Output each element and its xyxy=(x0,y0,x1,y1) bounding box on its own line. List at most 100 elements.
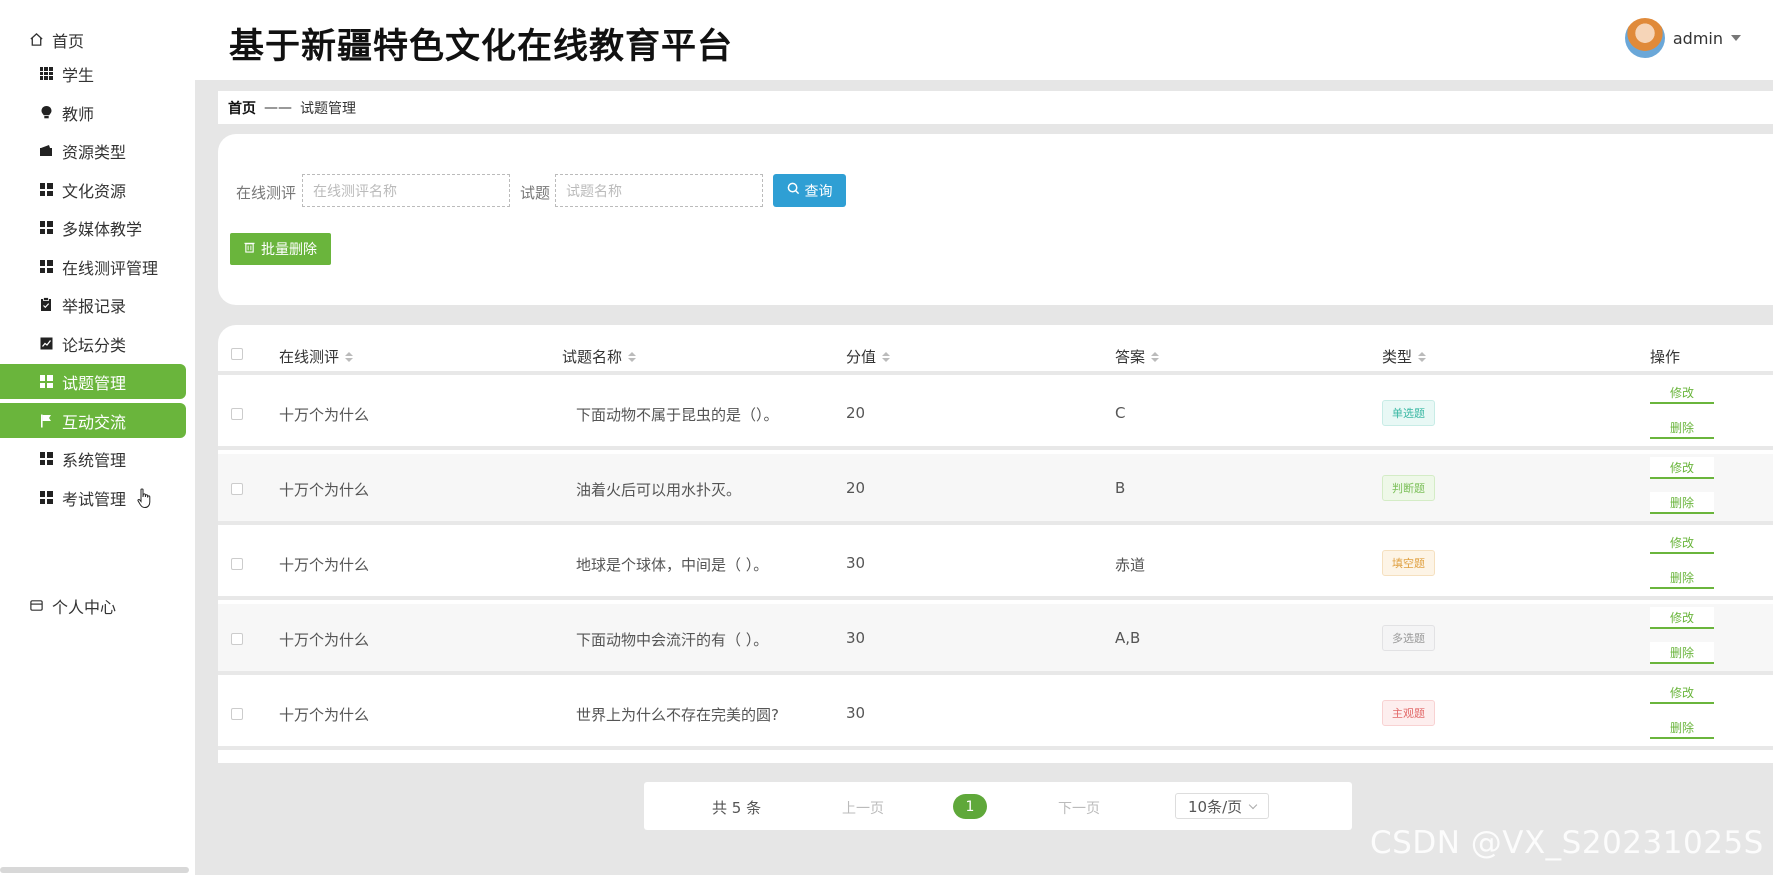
cell-question: 下面动物中会流汗的有（ ）。 xyxy=(576,631,769,649)
sidebar-item-label: 首页 xyxy=(52,31,85,51)
cell-answer: 赤道 xyxy=(1115,556,1146,574)
table-row: 十万个为什么 下面动物中会流汗的有（ ）。 30 A,B 多选题 修改 删除 xyxy=(218,604,1773,675)
batch-delete-label: 批量删除 xyxy=(261,242,317,258)
sidebar-item-1[interactable]: 学生 xyxy=(0,56,186,91)
next-page-button[interactable]: 下一页 xyxy=(1058,798,1100,818)
row-checkbox[interactable] xyxy=(231,558,243,570)
batch-delete-button[interactable]: 批量删除 xyxy=(230,233,331,265)
sidebar-item-label: 学生 xyxy=(62,65,95,85)
cell-eval: 十万个为什么 xyxy=(279,631,370,649)
sidebar-item-label: 互动交流 xyxy=(62,412,127,432)
sidebar-item-label: 试题管理 xyxy=(62,373,127,393)
query-button[interactable]: 查询 xyxy=(773,174,846,207)
grid-icon xyxy=(38,220,54,236)
column-header-actions: 操作 xyxy=(1650,348,1681,366)
sidebar-item-label: 资源类型 xyxy=(62,142,127,162)
edit-button[interactable]: 修改 xyxy=(1650,382,1714,404)
cell-question: 地球是个球体，中间是（ ）。 xyxy=(576,556,769,574)
column-header-score[interactable]: 分值 xyxy=(846,346,891,367)
flag-icon xyxy=(38,413,54,429)
delete-button[interactable]: 删除 xyxy=(1650,417,1714,439)
sidebar-item-10[interactable]: 互动交流 xyxy=(0,403,186,438)
table-header: 在线测评 试题名称 分值 答案 类型 操作 xyxy=(218,325,1773,375)
edit-button[interactable]: 修改 xyxy=(1650,457,1714,479)
wallet-icon xyxy=(38,143,54,159)
clipboard-icon xyxy=(38,297,54,313)
type-tag: 单选题 xyxy=(1382,400,1435,426)
page-size-value: 10条/页 xyxy=(1188,797,1243,816)
column-header-type[interactable]: 类型 xyxy=(1382,346,1427,367)
sidebar-item-2[interactable]: 教师 xyxy=(0,95,186,130)
search-panel: 在线测评 在线测评名称 试题 试题名称 查询 批量删除 xyxy=(218,134,1773,305)
grid-icon xyxy=(38,490,54,506)
cell-question: 世界上为什么不存在完美的圆? xyxy=(576,706,779,724)
sidebar-item-4[interactable]: 文化资源 xyxy=(0,172,186,207)
table-row: 十万个为什么 油着火后可以用水扑灭。 20 B 判断题 修改 删除 xyxy=(218,454,1773,525)
sidebar-item-label: 文化资源 xyxy=(62,181,127,201)
delete-button[interactable]: 删除 xyxy=(1650,567,1714,589)
sidebar-item-11[interactable]: 系统管理 xyxy=(0,441,186,476)
sidebar-item-9[interactable]: 试题管理 xyxy=(0,364,186,399)
sidebar-item-8[interactable]: 论坛分类 xyxy=(0,326,186,361)
select-all-checkbox[interactable] xyxy=(231,348,243,360)
sort-icon xyxy=(628,351,637,362)
cell-score: 30 xyxy=(846,629,866,647)
pagination-total: 共 5 条 xyxy=(712,799,762,817)
page-number-current[interactable]: 1 xyxy=(953,794,987,819)
column-header-answer[interactable]: 答案 xyxy=(1115,346,1160,367)
sidebar-item-personal-center[interactable]: 个人中心 xyxy=(0,588,186,623)
sidebar-item-label: 多媒体教学 xyxy=(62,219,143,239)
sidebar-item-12[interactable]: 考试管理 xyxy=(0,480,186,515)
question-table: 在线测评 试题名称 分值 答案 类型 操作 十万个为什么 下面动物不属于昆虫的是（… xyxy=(218,325,1773,763)
edit-button[interactable]: 修改 xyxy=(1650,532,1714,554)
cell-answer: C xyxy=(1115,404,1126,422)
home-icon xyxy=(28,32,44,48)
query-button-label: 查询 xyxy=(804,183,833,200)
row-checkbox[interactable] xyxy=(231,483,243,495)
user-menu[interactable]: admin xyxy=(1624,18,1741,58)
eval-search-input[interactable]: 在线测评名称 xyxy=(302,174,510,207)
cell-score: 30 xyxy=(846,704,866,722)
delete-button[interactable]: 删除 xyxy=(1650,642,1714,664)
sidebar-item-label: 教师 xyxy=(62,104,95,124)
row-checkbox[interactable] xyxy=(231,408,243,420)
cell-question: 下面动物不属于昆虫的是（）。 xyxy=(576,406,779,424)
grid-icon xyxy=(38,182,54,198)
sidebar-item-3[interactable]: 资源类型 xyxy=(0,133,186,168)
sidebar-item-home[interactable]: 首页 xyxy=(0,22,186,57)
cell-eval: 十万个为什么 xyxy=(279,406,370,424)
page-size-select[interactable]: 10条/页 xyxy=(1175,793,1269,819)
breadcrumb-home[interactable]: 首页 xyxy=(228,98,256,118)
cell-score: 20 xyxy=(846,404,866,422)
cell-score: 30 xyxy=(846,554,866,572)
column-header-question[interactable]: 试题名称 xyxy=(562,346,637,367)
watermark: CSDN @VX_S20231025S xyxy=(1370,825,1764,861)
row-checkbox[interactable] xyxy=(231,633,243,645)
sidebar-item-7[interactable]: 举报记录 xyxy=(0,287,186,322)
sort-icon xyxy=(345,351,354,362)
type-tag: 主观题 xyxy=(1382,700,1435,726)
edit-button[interactable]: 修改 xyxy=(1650,607,1714,629)
breadcrumb-separator: —— xyxy=(264,99,292,116)
prev-page-button[interactable]: 上一页 xyxy=(842,798,884,818)
search-icon xyxy=(787,182,800,199)
grid-icon xyxy=(38,374,54,390)
sidebar-item-5[interactable]: 多媒体教学 xyxy=(0,210,186,245)
sidebar-item-label: 在线测评管理 xyxy=(62,258,159,278)
sidebar-item-6[interactable]: 在线测评管理 xyxy=(0,249,186,284)
sort-icon xyxy=(1418,351,1427,362)
delete-button[interactable]: 删除 xyxy=(1650,717,1714,739)
column-header-eval[interactable]: 在线测评 xyxy=(279,346,354,367)
chevron-down-icon xyxy=(1248,800,1258,809)
cell-answer: A,B xyxy=(1115,629,1141,647)
sidebar-item-label: 个人中心 xyxy=(52,597,117,617)
card-icon xyxy=(28,598,44,614)
sidebar-scrollbar[interactable] xyxy=(0,867,189,873)
delete-button[interactable]: 删除 xyxy=(1650,492,1714,514)
row-checkbox[interactable] xyxy=(231,708,243,720)
caret-down-icon xyxy=(1731,35,1741,41)
question-search-input[interactable]: 试题名称 xyxy=(555,174,763,207)
edit-button[interactable]: 修改 xyxy=(1650,682,1714,704)
sidebar-item-label: 举报记录 xyxy=(62,296,127,316)
type-tag: 判断题 xyxy=(1382,475,1435,501)
